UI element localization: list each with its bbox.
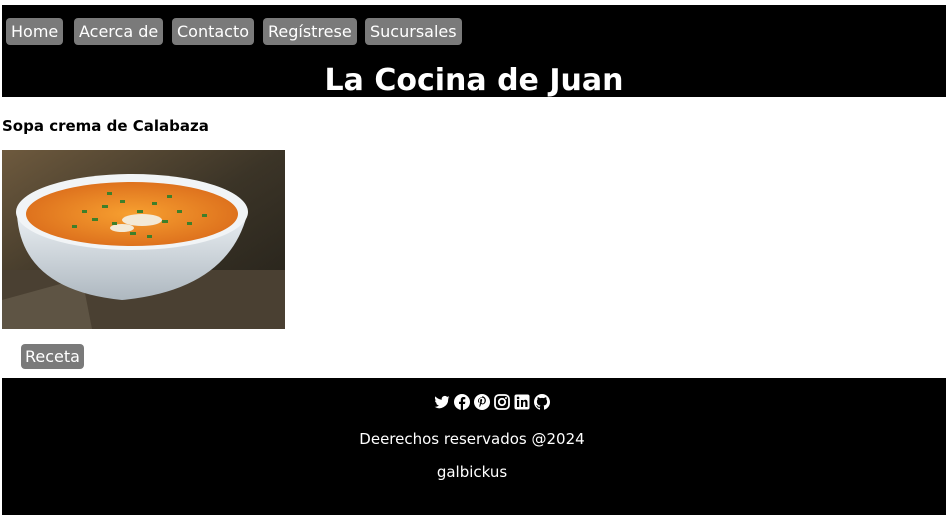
linkedin-icon[interactable] [514,394,530,410]
nav-about-button[interactable]: Acerca de [74,18,164,45]
site-title: La Cocina de Juan [324,63,624,98]
facebook-icon[interactable] [454,394,470,410]
instagram-icon[interactable] [494,394,510,410]
twitter-icon[interactable] [434,394,450,410]
top-header: Home Acerca de Contacto Regístrese Sucur… [2,5,946,98]
github-icon[interactable] [534,394,550,410]
recipe-button[interactable]: Receta [21,344,84,369]
nav-home-button[interactable]: Home [6,18,64,45]
author-text: galbickus [436,463,508,481]
copyright-text: Deerechos reservados @2024 [359,430,585,448]
pinterest-icon[interactable] [474,394,490,410]
nav-branches-button[interactable]: Sucursales [365,18,462,45]
nav-register-button[interactable]: Regístrese [263,18,357,45]
recipe-title: Sopa crema de Calabaza [2,117,209,135]
nav-contact-button[interactable]: Contacto [172,18,255,45]
recipe-image [2,150,285,329]
social-icons [434,394,550,410]
